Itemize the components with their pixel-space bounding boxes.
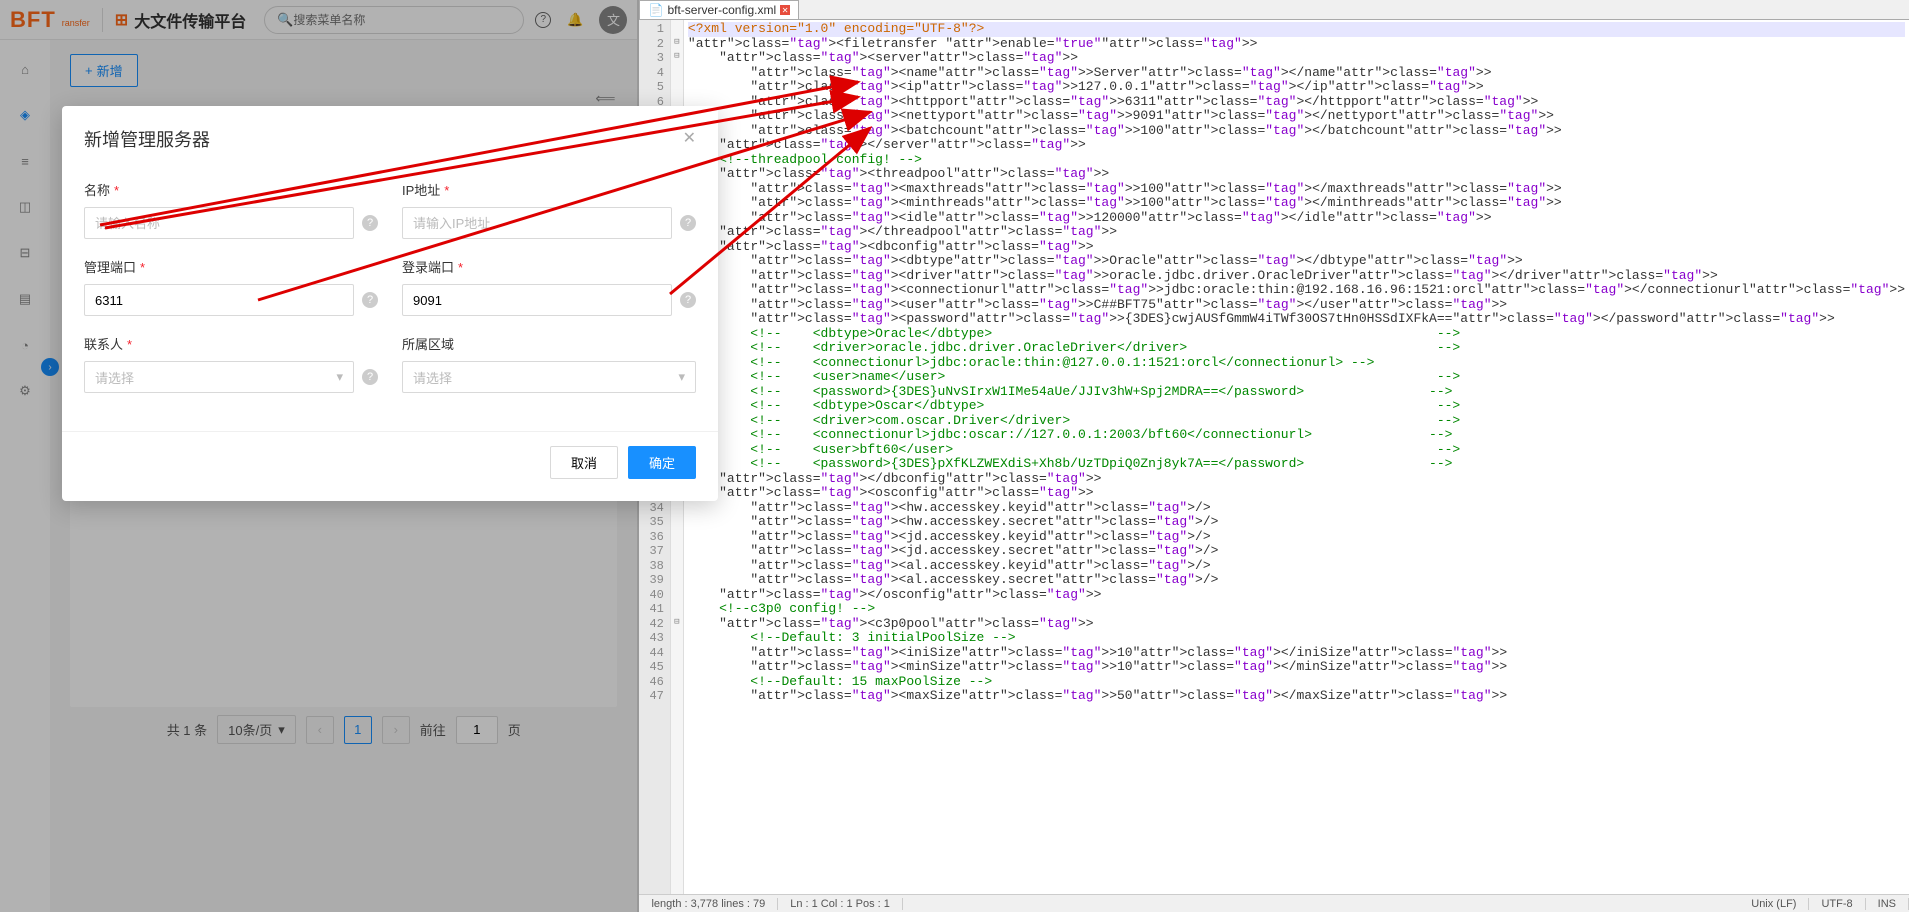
status-insert-mode: INS: [1866, 898, 1909, 910]
bft-app-window: BFT ransfer ⊞ 大文件传输平台 🔍 ? 🔔 文 ⌂ ◈: [0, 0, 637, 912]
chevron-down-icon: ▾: [336, 369, 343, 385]
file-icon: 📄: [648, 3, 663, 17]
region-label: 所属区域: [402, 334, 696, 353]
name-label: 名称*: [84, 180, 378, 199]
tab-bar: 📄 bft-server-config.xml ✕: [639, 0, 1909, 20]
contact-label: 联系人*: [84, 334, 378, 353]
close-tab-icon[interactable]: ✕: [780, 5, 790, 15]
help-icon[interactable]: ?: [362, 215, 378, 231]
filename: bft-server-config.xml: [667, 3, 776, 17]
status-position: Ln : 1 Col : 1 Pos : 1: [778, 898, 903, 910]
login-port-label: 登录端口*: [402, 257, 696, 276]
ok-button[interactable]: 确定: [628, 446, 696, 479]
name-input[interactable]: [84, 207, 354, 239]
ip-label: IP地址*: [402, 180, 696, 199]
login-port-input[interactable]: [402, 284, 672, 316]
ip-input[interactable]: [402, 207, 672, 239]
modal-title: 新增管理服务器: [84, 130, 210, 150]
status-encoding: UTF-8: [1809, 898, 1865, 910]
status-eol: Unix (LF): [1739, 898, 1809, 910]
status-length: length : 3,778 lines : 79: [639, 898, 778, 910]
region-select[interactable]: 请选择▾: [402, 361, 696, 393]
help-icon[interactable]: ?: [362, 369, 378, 385]
contact-select[interactable]: 请选择▾: [84, 361, 354, 393]
chevron-down-icon: ▾: [678, 369, 685, 385]
status-bar: length : 3,778 lines : 79 Ln : 1 Col : 1…: [639, 894, 1909, 912]
help-icon[interactable]: ?: [680, 215, 696, 231]
modal-header: 新增管理服务器 ✕: [62, 106, 718, 172]
mgmt-port-label: 管理端口*: [84, 257, 378, 276]
close-icon[interactable]: ✕: [683, 128, 696, 148]
code-content[interactable]: <?xml version="1.0" encoding="UTF-8"?> "…: [684, 20, 1909, 894]
file-tab[interactable]: 📄 bft-server-config.xml ✕: [639, 0, 799, 19]
help-icon[interactable]: ?: [362, 292, 378, 308]
help-icon[interactable]: ?: [680, 292, 696, 308]
mgmt-port-input[interactable]: [84, 284, 354, 316]
add-server-modal: 新增管理服务器 ✕ 名称* ? IP地址*: [62, 106, 718, 501]
code-editor-window: 📄 bft-server-config.xml ✕ 1 2 3 4 5 6 7 …: [637, 0, 1909, 912]
cancel-button[interactable]: 取消: [550, 446, 618, 479]
code-area[interactable]: 1 2 3 4 5 6 7 8 9 10 11 12 13 14 15 16 1…: [639, 20, 1909, 894]
